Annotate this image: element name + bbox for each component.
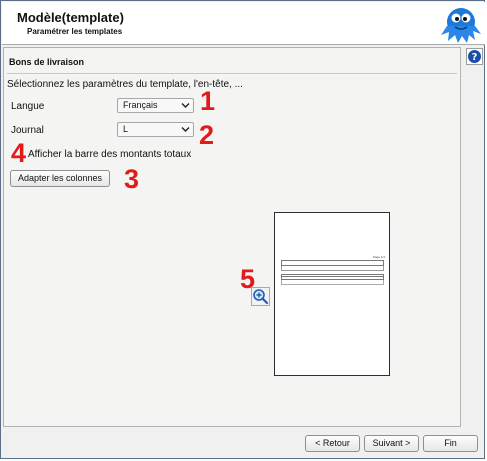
annotation-4: 4	[11, 138, 27, 168]
settings-panel: Bons de livraison	[3, 47, 461, 427]
preview-header-row	[281, 266, 384, 271]
next-button[interactable]: Suivant >	[364, 435, 419, 452]
svg-text:?: ?	[472, 52, 478, 63]
finish-button[interactable]: Fin	[423, 435, 478, 452]
langue-select[interactable]: Français	[117, 98, 194, 113]
annotation-2: 2	[199, 120, 215, 150]
preview-table-row	[281, 280, 384, 285]
chevron-down-icon	[181, 127, 190, 132]
annotation-1: 1	[200, 86, 216, 116]
preview-page-number: Page 1/1	[373, 255, 386, 259]
page-subtitle: Paramétrer les templates	[27, 27, 123, 36]
header: Modèle(template) Paramétrer les template…	[2, 2, 485, 45]
panel-divider	[7, 73, 457, 74]
langue-label: Langue	[11, 101, 45, 112]
journal-select[interactable]: L	[117, 122, 194, 137]
panel-title: Bons de livraison	[9, 57, 85, 67]
journal-select-value: L	[123, 124, 129, 134]
wizard-window: Modèle(template) Paramétrer les template…	[0, 0, 485, 459]
template-preview: Page 1/1	[274, 212, 390, 376]
adapt-columns-button[interactable]: Adapter les colonnes	[10, 170, 110, 187]
journal-label: Journal	[11, 125, 44, 136]
zoom-in-icon	[253, 289, 269, 305]
page-title: Modèle(template)	[17, 10, 124, 25]
annotation-3: 3	[124, 164, 140, 194]
chevron-down-icon	[181, 103, 190, 108]
show-totals-checkbox-label[interactable]: Afficher la barre des montants totaux	[28, 149, 191, 160]
back-button[interactable]: < Retour	[305, 435, 360, 452]
help-icon: ?	[468, 50, 481, 63]
langue-select-value: Français	[123, 100, 158, 110]
mascot-logo-icon	[441, 8, 481, 43]
help-button[interactable]: ?	[466, 48, 483, 65]
zoom-button[interactable]	[251, 287, 270, 306]
